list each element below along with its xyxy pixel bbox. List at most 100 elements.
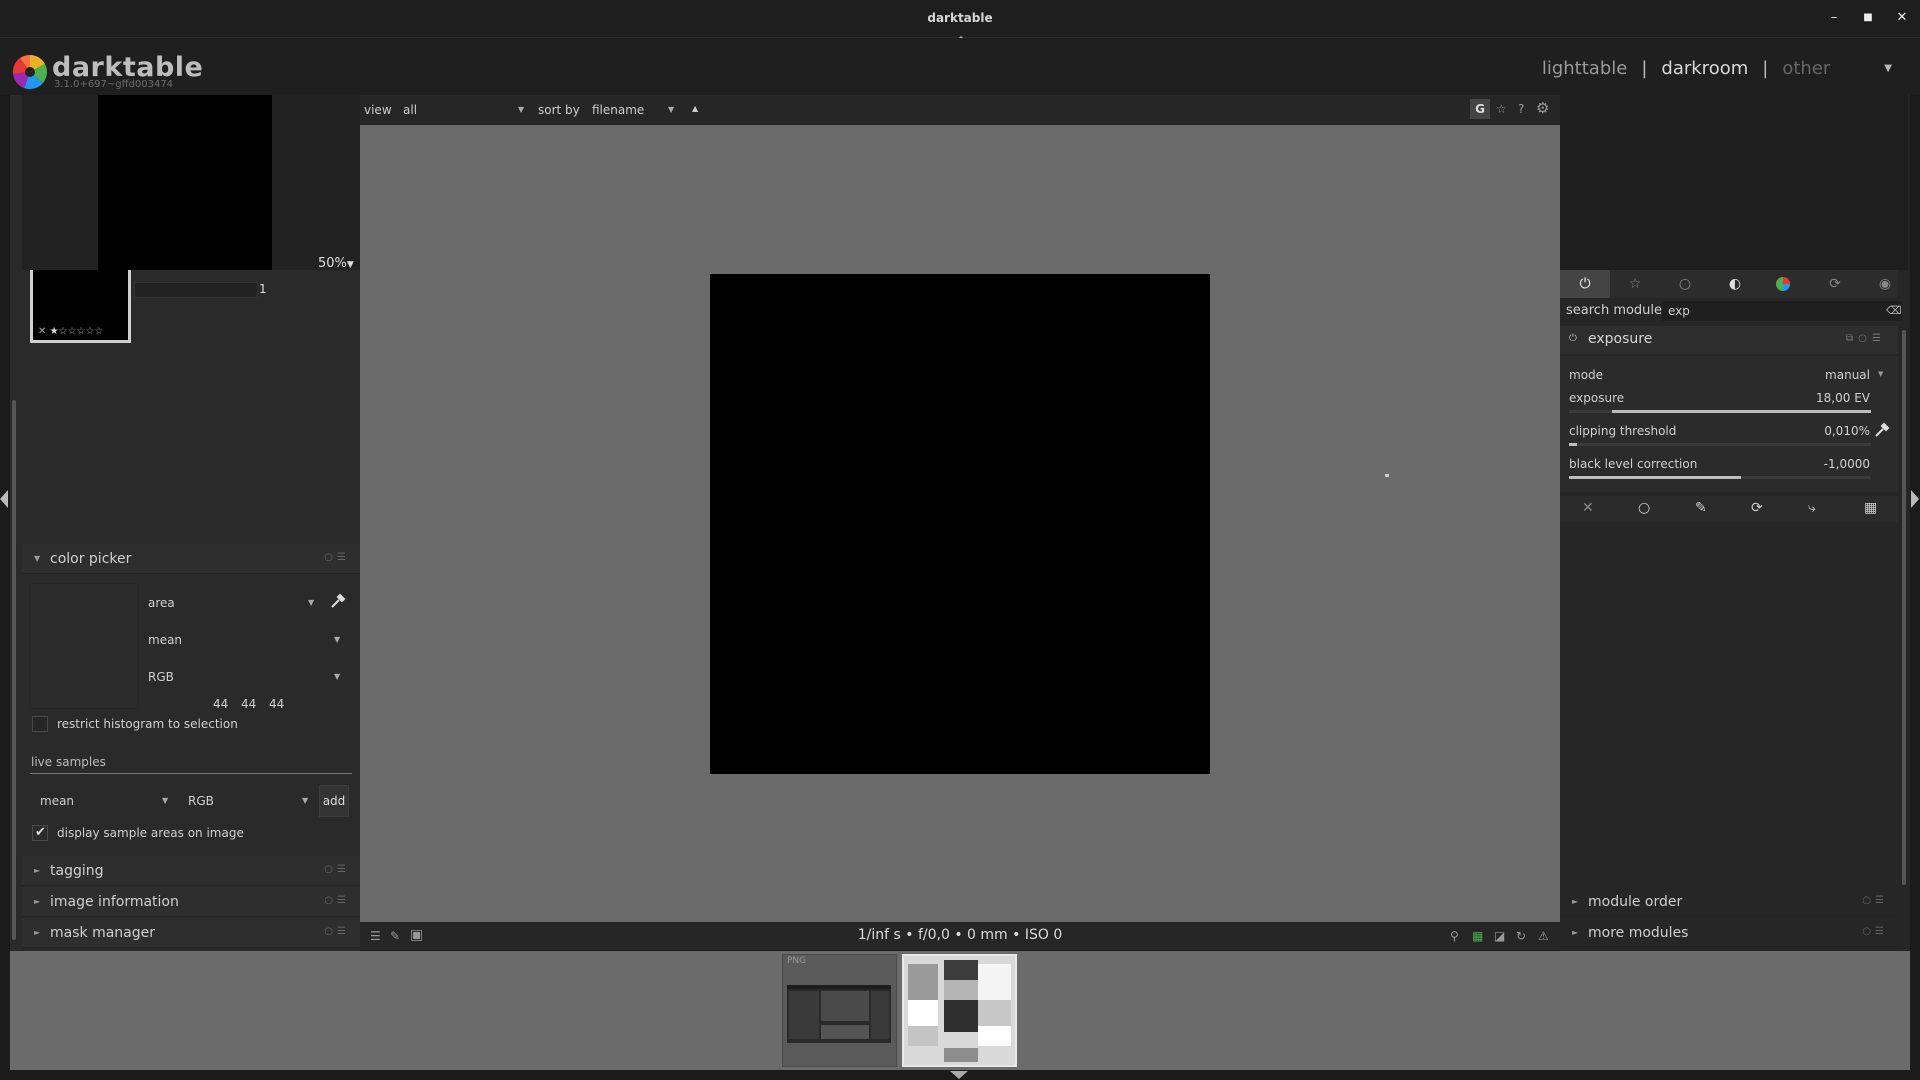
module-title: module order — [1588, 894, 1683, 910]
navigator-preview[interactable] — [98, 95, 272, 270]
left-panel-scrollbar[interactable] — [12, 400, 16, 940]
view-filter-combo[interactable]: all — [403, 103, 417, 117]
module-preset-icons[interactable]: ○☰ — [324, 895, 350, 906]
tone-group-icon[interactable]: ◐ — [1725, 276, 1745, 292]
clear-search-icon[interactable]: ⌫ — [1886, 304, 1902, 317]
exposure-header[interactable]: ⏻ exposure ⧉○☰ — [1560, 326, 1898, 354]
collapse-left-arrow-icon[interactable] — [0, 490, 8, 508]
search-module-input[interactable] — [1662, 301, 1902, 321]
view-darkroom[interactable]: darkroom — [1661, 58, 1748, 79]
iso12646-icon[interactable]: ⚲ — [1450, 929, 1459, 943]
exposure-slider-fill — [1612, 410, 1871, 413]
dropdown-caret-icon: ▼ — [334, 672, 341, 681]
mask-manager-header[interactable]: ► mask manager ○☰ — [22, 918, 360, 948]
minimize-button[interactable]: – — [1826, 10, 1842, 26]
sample-mode-combo[interactable]: RGB ▼ — [188, 794, 310, 808]
restrict-histogram-checkbox[interactable] — [32, 716, 48, 732]
dropdown-caret-icon: ▼ — [334, 635, 341, 644]
blend-mask-row — [1560, 496, 1898, 522]
right-panel-scrollbar[interactable] — [1902, 330, 1906, 885]
collapse-arrow-icon: ► — [1572, 897, 1579, 906]
collapse-bottom-arrow-icon[interactable] — [950, 1071, 968, 1079]
exposure-label: exposure — [1569, 391, 1625, 405]
sort-combo[interactable]: filename — [592, 103, 644, 117]
picker-value-r: 44 — [213, 697, 229, 711]
snapshot-stars: ✕ ★☆☆☆☆☆ — [38, 326, 104, 337]
filmstrip-thumbnail[interactable] — [782, 954, 897, 1067]
sample-statistic-combo[interactable]: mean ▼ — [40, 794, 170, 808]
histogram-area[interactable] — [1560, 95, 1908, 270]
main-image[interactable] — [710, 274, 1210, 774]
clipping-threshold-slider[interactable] — [1569, 443, 1871, 446]
filmstrip-thumbnail-selected[interactable] — [902, 954, 1017, 1067]
module-title: color picker — [50, 551, 132, 567]
color-group-icon[interactable] — [1775, 276, 1795, 292]
picker-area-combo[interactable]: area ▼ — [148, 596, 316, 610]
raster-mask-icon[interactable]: ▦ — [1864, 500, 1877, 516]
basic-group-icon[interactable]: ○ — [1675, 276, 1695, 292]
app-version: 3.1.0+697~gffd003474 — [54, 79, 174, 90]
clipping-threshold-label: clipping threshold — [1569, 424, 1677, 438]
correct-group-icon[interactable]: ⟳ — [1825, 276, 1845, 292]
eyedropper-icon[interactable] — [330, 593, 346, 609]
snapshot-slot[interactable] — [134, 282, 258, 298]
star-icon[interactable]: ☆ — [1496, 102, 1507, 116]
module-preset-icons[interactable]: ○☰ — [324, 926, 350, 937]
view-dropdown-icon[interactable]: ▼ — [1884, 63, 1892, 74]
effect-group-icon[interactable]: ◉ — [1875, 276, 1895, 292]
collapse-right-arrow-icon[interactable] — [1911, 490, 1919, 508]
power-icon[interactable]: ⏻ — [1575, 276, 1595, 292]
expand-arrow-icon: ▼ — [34, 554, 41, 563]
view-separator: | — [1762, 58, 1769, 79]
black-level-slider-fill — [1569, 476, 1741, 479]
no-mask-icon[interactable]: ✕ — [1582, 500, 1594, 516]
clipping-warning-icon[interactable]: ⚠ — [1538, 929, 1549, 943]
module-preset-icons[interactable]: ○☰ — [324, 552, 350, 563]
picker-statistic-combo[interactable]: mean ▼ — [148, 633, 340, 647]
view-other[interactable]: other — [1782, 58, 1830, 79]
favorites-icon[interactable]: ☆ — [1625, 276, 1645, 292]
module-header-icons[interactable]: ⧉○☰ — [1846, 333, 1886, 344]
raw-overexposed-icon[interactable]: ↻ — [1516, 929, 1526, 943]
module-preset-icons[interactable]: ○☰ — [324, 864, 350, 875]
sort-direction-icon[interactable]: ▲ — [692, 104, 698, 113]
maximize-button[interactable]: ■ — [1860, 10, 1876, 26]
uniform-mask-icon[interactable]: ○ — [1638, 500, 1650, 516]
drawn-mask-icon[interactable]: ✎ — [1695, 500, 1707, 516]
dropdown-caret-icon[interactable]: ▼ — [518, 105, 524, 114]
add-sample-button[interactable]: add — [319, 785, 349, 817]
image-information-header[interactable]: ► image information ○☰ — [22, 887, 360, 917]
picker-value-g: 44 — [241, 697, 257, 711]
gamut-check-icon[interactable]: ◪ — [1494, 929, 1505, 943]
dropdown-caret-icon[interactable]: ▼ — [668, 105, 674, 114]
grouping-button[interactable]: G — [1470, 99, 1490, 119]
snapshot-number: 1 — [259, 282, 267, 296]
help-icon[interactable]: ? — [1518, 102, 1524, 116]
mode-combo[interactable]: manual — [1800, 368, 1870, 382]
screenshot-thumbnail-icon — [787, 985, 891, 1043]
clipping-threshold-value: 0,010% — [1824, 424, 1870, 438]
more-modules-header[interactable]: ► more modules ○☰ — [1560, 918, 1898, 948]
view-lighttable[interactable]: lighttable — [1542, 58, 1627, 79]
live-samples-label: live samples — [31, 755, 106, 769]
module-power-icon[interactable]: ⏻ — [1569, 333, 1577, 344]
drawn-parametric-mask-icon[interactable]: ⤷ — [1808, 500, 1816, 516]
view-separator: | — [1641, 58, 1648, 79]
eyedropper-icon[interactable] — [1874, 422, 1890, 438]
tagging-header[interactable]: ► tagging ○☰ — [22, 856, 360, 886]
exif-info: 1/inf s • f/0,0 • 0 mm • ISO 0 — [857, 927, 1063, 943]
module-order-header[interactable]: ► module order ○☰ — [1560, 887, 1898, 917]
softproof-icon[interactable]: ▦ — [1472, 929, 1483, 943]
bottom-toolbar: ☰ ✎ ▣ 1/inf s • f/0,0 • 0 mm • ISO 0 ⚲ ▦… — [360, 922, 1560, 950]
color-picker-header[interactable]: ▼ color picker ○☰ — [22, 544, 360, 574]
close-button[interactable]: ✕ — [1894, 10, 1910, 26]
picker-colormode-combo[interactable]: RGB ▼ — [148, 670, 340, 684]
module-preset-icons[interactable]: ○☰ — [1862, 895, 1888, 906]
module-preset-icons[interactable]: ○☰ — [1862, 926, 1888, 937]
module-title: more modules — [1588, 925, 1689, 941]
dropdown-caret-icon[interactable]: ▼ — [1878, 370, 1883, 378]
gear-icon[interactable]: ⚙ — [1536, 99, 1549, 117]
display-samples-checkbox[interactable] — [32, 825, 48, 841]
parametric-mask-icon[interactable]: ⟳ — [1751, 500, 1763, 516]
navigator-zoom[interactable]: 50%▼ — [318, 256, 354, 271]
